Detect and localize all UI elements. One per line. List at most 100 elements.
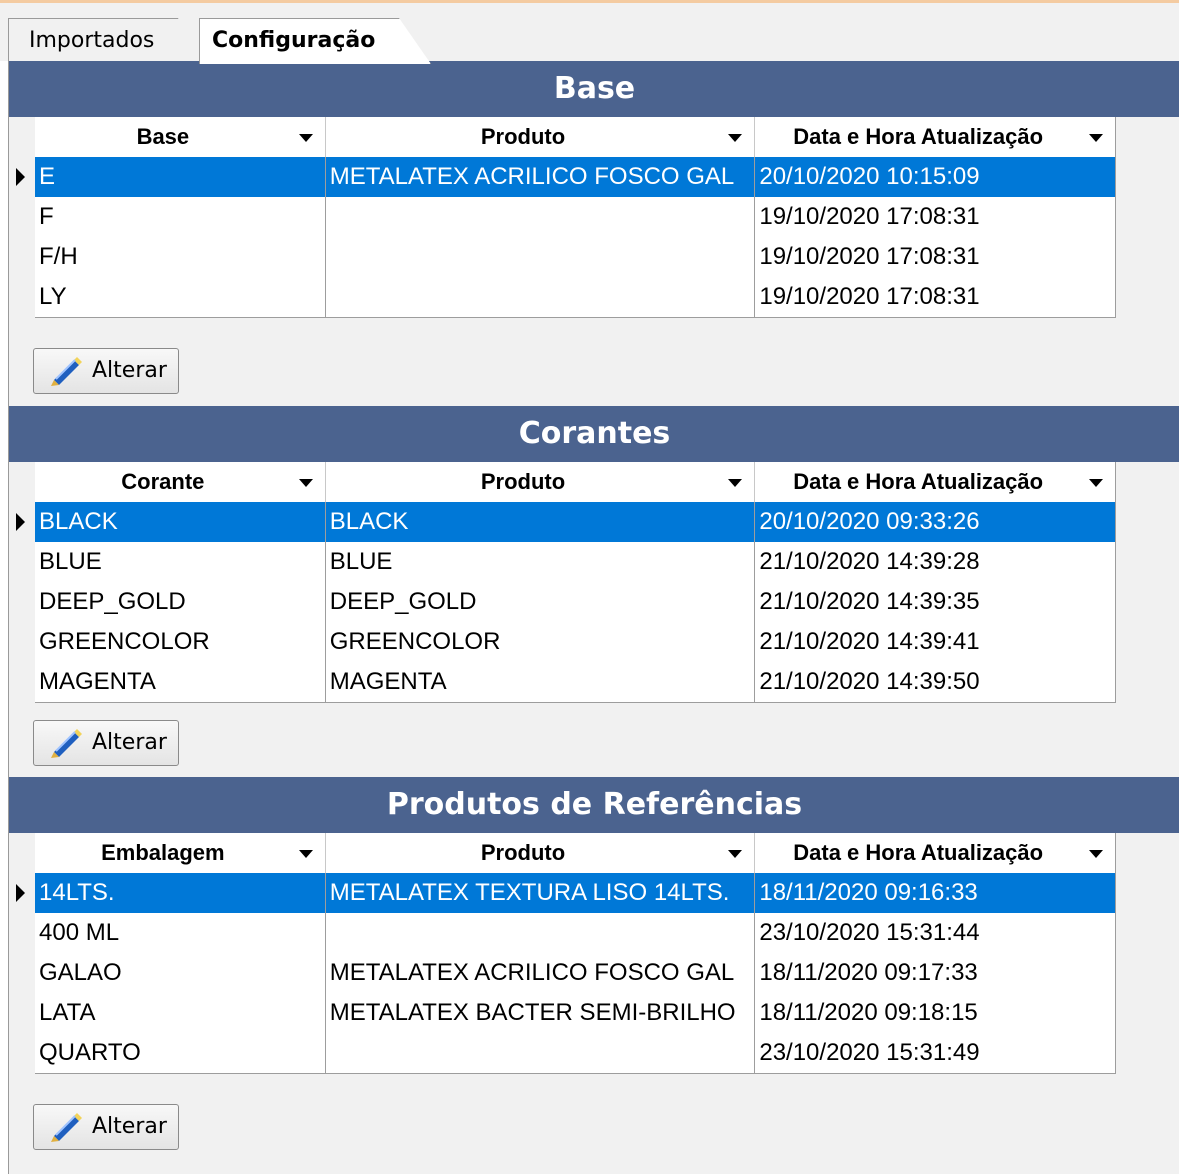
dropdown-arrow-icon[interactable]: [1089, 850, 1103, 858]
cell-base[interactable]: E: [35, 157, 326, 197]
column-header-embalagem[interactable]: Embalagem: [35, 833, 326, 873]
cell-corante[interactable]: BLACK: [35, 502, 326, 542]
button-label: Alterar: [92, 1114, 167, 1139]
table-row[interactable]: QUARTO 23/10/2020 15:31:49: [35, 1033, 1115, 1073]
dropdown-arrow-icon[interactable]: [298, 134, 313, 142]
cell-embalagem[interactable]: GALAO: [35, 953, 326, 993]
table-row[interactable]: BLACK BLACK 20/10/2020 09:33:26: [16, 502, 1115, 542]
pencil-icon: [51, 357, 82, 386]
column-header-data-hora[interactable]: Data e Hora Atualização: [755, 117, 1115, 157]
section-title: Corantes: [518, 416, 671, 451]
dropdown-arrow-icon[interactable]: [728, 134, 743, 142]
section-title: Base: [553, 71, 636, 106]
cell-produto[interactable]: GREENCOLOR: [326, 622, 756, 662]
dropdown-arrow-icon[interactable]: [298, 850, 313, 858]
table-row[interactable]: LY 19/10/2020 17:08:31: [35, 277, 1115, 317]
cell-produto[interactable]: [326, 913, 756, 953]
section-header-corantes: Corantes: [9, 406, 1179, 462]
cell-data-hora[interactable]: 19/10/2020 17:08:31: [755, 197, 1115, 237]
cell-corante[interactable]: BLUE: [35, 542, 326, 582]
cell-produto[interactable]: [326, 237, 756, 277]
grid-header: Embalagem Produto Data e Hora Atualizaçã…: [35, 833, 1115, 873]
cell-embalagem[interactable]: QUARTO: [35, 1033, 326, 1073]
configuration-panel: Base Base Produto Data e Hora Atualizaçã…: [8, 61, 1179, 1174]
alterar-base-button[interactable]: Alterar: [33, 348, 179, 394]
table-row[interactable]: DEEP_GOLD DEEP_GOLD 21/10/2020 14:39:35: [35, 582, 1115, 622]
dropdown-arrow-icon[interactable]: [1089, 134, 1103, 142]
alterar-produtos-button[interactable]: Alterar: [33, 1104, 179, 1150]
cell-corante[interactable]: MAGENTA: [35, 662, 326, 702]
cell-produto[interactable]: METALATEX ACRILICO FOSCO GAL: [326, 157, 756, 197]
cell-data-hora[interactable]: 23/10/2020 15:31:44: [755, 913, 1115, 953]
cell-produto[interactable]: [326, 277, 756, 317]
cell-produto[interactable]: [326, 1033, 756, 1073]
cell-corante[interactable]: DEEP_GOLD: [35, 582, 326, 622]
column-header-produto[interactable]: Produto: [326, 833, 756, 873]
cell-produto[interactable]: BLACK: [326, 502, 756, 542]
table-row[interactable]: GREENCOLOR GREENCOLOR 21/10/2020 14:39:4…: [35, 622, 1115, 662]
cell-produto[interactable]: METALATEX BACTER SEMI-BRILHO: [326, 993, 756, 1033]
section-header-produtos-referencias: Produtos de Referências: [9, 777, 1179, 833]
pencil-icon: [51, 1113, 82, 1142]
tab-bar: Importados Configuração: [0, 3, 1179, 64]
column-header-base[interactable]: Base: [35, 117, 326, 157]
produtos-referencias-grid: Embalagem Produto Data e Hora Atualizaçã…: [16, 833, 1116, 1074]
cell-base[interactable]: F: [35, 197, 326, 237]
column-header-data-hora[interactable]: Data e Hora Atualização: [755, 462, 1115, 502]
table-row[interactable]: GALAO METALATEX ACRILICO FOSCO GAL 18/11…: [35, 953, 1115, 993]
cell-produto[interactable]: METALATEX ACRILICO FOSCO GAL: [326, 953, 756, 993]
cell-data-hora[interactable]: 21/10/2020 14:39:35: [755, 582, 1115, 622]
dropdown-arrow-icon[interactable]: [728, 479, 743, 487]
cell-data-hora[interactable]: 21/10/2020 14:39:41: [755, 622, 1115, 662]
cell-base[interactable]: LY: [35, 277, 326, 317]
alterar-corantes-button[interactable]: Alterar: [33, 720, 179, 766]
cell-data-hora[interactable]: 19/10/2020 17:08:31: [755, 277, 1115, 317]
column-header-corante[interactable]: Corante: [35, 462, 326, 502]
column-header-produto[interactable]: Produto: [326, 462, 756, 502]
cell-corante[interactable]: GREENCOLOR: [35, 622, 326, 662]
cell-produto[interactable]: MAGENTA: [326, 662, 756, 702]
tab-label: Importados: [29, 28, 155, 53]
cell-data-hora[interactable]: 20/10/2020 09:33:26: [755, 502, 1115, 542]
cell-data-hora[interactable]: 18/11/2020 09:17:33: [755, 953, 1115, 993]
cell-data-hora[interactable]: 20/10/2020 10:15:09: [755, 157, 1115, 197]
cell-embalagem[interactable]: 400 ML: [35, 913, 326, 953]
base-grid: Base Produto Data e Hora Atualização E M…: [16, 117, 1116, 318]
row-pointer-icon: [16, 513, 25, 531]
table-row[interactable]: F/H 19/10/2020 17:08:31: [35, 237, 1115, 277]
cell-produto[interactable]: [326, 197, 756, 237]
cell-embalagem[interactable]: 14LTS.: [35, 873, 326, 913]
section-header-base: Base: [9, 61, 1179, 117]
cell-data-hora[interactable]: 18/11/2020 09:18:15: [755, 993, 1115, 1033]
grid-header: Base Produto Data e Hora Atualização: [35, 117, 1115, 157]
cell-data-hora[interactable]: 21/10/2020 14:39:50: [755, 662, 1115, 702]
table-row[interactable]: F 19/10/2020 17:08:31: [35, 197, 1115, 237]
cell-data-hora[interactable]: 21/10/2020 14:39:28: [755, 542, 1115, 582]
button-label: Alterar: [92, 730, 167, 755]
cell-base[interactable]: F/H: [35, 237, 326, 277]
tab-importados[interactable]: Importados: [8, 18, 202, 64]
cell-produto[interactable]: BLUE: [326, 542, 756, 582]
table-row[interactable]: 14LTS. METALATEX TEXTURA LISO 14LTS. 18/…: [16, 873, 1115, 913]
table-row[interactable]: MAGENTA MAGENTA 21/10/2020 14:39:50: [35, 662, 1115, 702]
pencil-icon: [51, 729, 82, 758]
cell-data-hora[interactable]: 18/11/2020 09:16:33: [755, 873, 1115, 913]
table-row[interactable]: E METALATEX ACRILICO FOSCO GAL 20/10/202…: [16, 157, 1115, 197]
row-pointer-icon: [16, 884, 25, 902]
tab-configuracao[interactable]: Configuração: [199, 18, 431, 64]
row-pointer-icon: [16, 168, 25, 186]
table-row[interactable]: BLUE BLUE 21/10/2020 14:39:28: [35, 542, 1115, 582]
table-row[interactable]: 400 ML 23/10/2020 15:31:44: [35, 913, 1115, 953]
column-header-data-hora[interactable]: Data e Hora Atualização: [755, 833, 1115, 873]
dropdown-arrow-icon[interactable]: [1089, 479, 1103, 487]
column-header-produto[interactable]: Produto: [326, 117, 756, 157]
cell-data-hora[interactable]: 23/10/2020 15:31:49: [755, 1033, 1115, 1073]
cell-produto[interactable]: METALATEX TEXTURA LISO 14LTS.: [326, 873, 756, 913]
grid-header: Corante Produto Data e Hora Atualização: [35, 462, 1115, 502]
dropdown-arrow-icon[interactable]: [728, 850, 743, 858]
cell-embalagem[interactable]: LATA: [35, 993, 326, 1033]
table-row[interactable]: LATA METALATEX BACTER SEMI-BRILHO 18/11/…: [35, 993, 1115, 1033]
cell-data-hora[interactable]: 19/10/2020 17:08:31: [755, 237, 1115, 277]
dropdown-arrow-icon[interactable]: [298, 479, 313, 487]
cell-produto[interactable]: DEEP_GOLD: [326, 582, 756, 622]
